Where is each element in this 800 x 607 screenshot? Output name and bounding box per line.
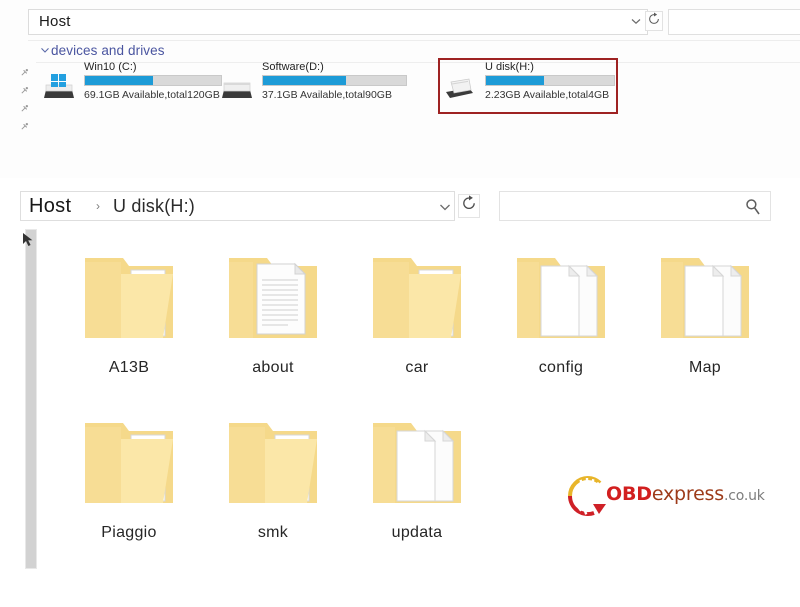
folder-label: smk <box>257 524 289 541</box>
folder-open-icon <box>213 242 333 357</box>
top-address-text: Host <box>39 13 71 30</box>
chevron-down-icon[interactable] <box>629 14 643 28</box>
breadcrumb[interactable]: Host › U disk(H:) <box>20 191 455 221</box>
pin-icon <box>20 68 29 77</box>
search-icon[interactable] <box>745 198 761 216</box>
folder-open-icon <box>69 242 189 357</box>
breadcrumb-leaf[interactable]: U disk(H:) <box>113 196 195 217</box>
folder-open-icon <box>357 242 477 357</box>
main-explorer-window: Host › U disk(H:) A13B about car config … <box>0 180 800 607</box>
vertical-scrollbar-rail[interactable] <box>25 229 37 569</box>
folder-item-config[interactable]: config <box>496 242 626 377</box>
search-input[interactable] <box>499 191 771 221</box>
top-divider <box>28 40 800 41</box>
folder-label: Map <box>688 359 722 376</box>
refresh-icon[interactable] <box>645 11 663 31</box>
cursor-arrow-icon <box>22 232 36 248</box>
top-search-input[interactable] <box>668 9 800 35</box>
folder-item-a13b[interactable]: A13B <box>64 242 194 377</box>
chevron-down-icon[interactable] <box>40 45 50 58</box>
folder-label: Piaggio <box>101 524 157 541</box>
pin-icon <box>20 122 29 131</box>
folder-label: car <box>405 359 429 376</box>
drive-name-c: Win10 (C:) <box>84 61 137 73</box>
watermark-part1: OBD <box>606 483 652 505</box>
drive-tile-d[interactable]: Software(D:) 37.1GB Available,total90GB <box>220 61 410 108</box>
refresh-icon[interactable] <box>458 194 480 218</box>
watermark-logo: OBDexpress.co.uk <box>566 472 765 518</box>
group-header-label: devices and drives <box>51 43 165 58</box>
folder-item-about[interactable]: about <box>208 242 338 377</box>
folder-item-updata[interactable]: updata <box>352 407 482 542</box>
folder-open-icon <box>645 242 765 357</box>
folder-item-map[interactable]: Map <box>640 242 770 377</box>
folder-label: config <box>538 359 584 376</box>
folder-row: A13B about car config Map <box>58 242 778 407</box>
drive-capacity-text-c: 69.1GB Available,total120GB <box>84 89 220 101</box>
breadcrumb-root[interactable]: Host <box>29 195 71 218</box>
folder-item-piaggio[interactable]: Piaggio <box>64 407 194 542</box>
top-explorer-pane: Host devices and drives Win10 (C:) 69.1G… <box>0 0 800 178</box>
folder-open-icon <box>69 407 189 522</box>
folder-item-smk[interactable]: smk <box>208 407 338 542</box>
watermark-text: OBDexpress.co.uk <box>606 483 765 505</box>
hard-drive-windows-icon <box>42 73 76 101</box>
top-address-bar[interactable]: Host <box>28 9 648 35</box>
circular-arrow-logo-icon <box>567 476 606 517</box>
folder-grid: A13B about car config Map Piaggio smk up… <box>58 242 778 572</box>
folder-open-icon <box>357 407 477 522</box>
drive-name-d: Software(D:) <box>262 61 324 73</box>
folder-label: about <box>252 359 294 376</box>
devices-and-drives-group-header[interactable]: devices and drives <box>36 43 800 63</box>
hard-drive-icon <box>220 73 254 101</box>
folder-open-icon <box>501 242 621 357</box>
drive-capacity-bar-c <box>84 75 222 86</box>
pin-icon <box>20 86 29 95</box>
drive-capacity-text-d: 37.1GB Available,total90GB <box>262 89 392 101</box>
watermark-part3: .co.uk <box>723 488 765 504</box>
pin-icon <box>20 104 29 113</box>
folder-label: updata <box>391 524 443 541</box>
highlight-rectangle-u-disk <box>438 58 618 114</box>
breadcrumb-separator: › <box>96 199 100 213</box>
folder-label: A13B <box>108 359 150 376</box>
drive-capacity-bar-d <box>262 75 407 86</box>
chevron-down-icon[interactable] <box>437 199 453 215</box>
drive-tile-c[interactable]: Win10 (C:) 69.1GB Available,total120GB <box>42 61 232 108</box>
folder-item-car[interactable]: car <box>352 242 482 377</box>
folder-open-icon <box>213 407 333 522</box>
watermark-part2: express <box>651 483 724 505</box>
